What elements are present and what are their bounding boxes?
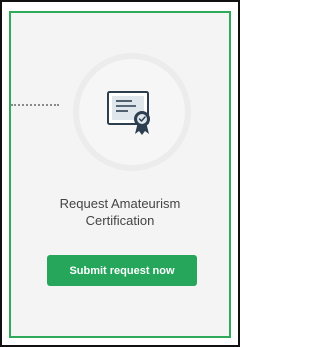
card-title: Request Amateurism Certification bbox=[11, 195, 229, 229]
icon-circle bbox=[73, 53, 191, 171]
card-title-line2: Certification bbox=[85, 213, 155, 228]
dotted-connector bbox=[11, 104, 59, 106]
certification-card: Request Amateurism Certification Submit … bbox=[9, 11, 231, 338]
card-title-line1: Request Amateurism bbox=[59, 196, 181, 211]
certificate-icon bbox=[107, 91, 150, 135]
submit-request-button[interactable]: Submit request now bbox=[47, 255, 197, 286]
